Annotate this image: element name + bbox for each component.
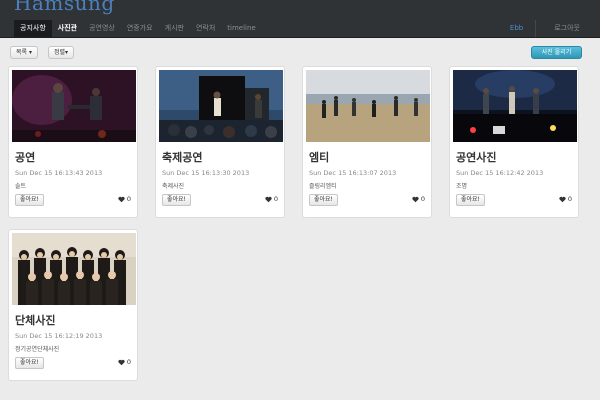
card-description: 축제사진	[162, 183, 185, 190]
card-description: 정기공연단체사진	[15, 346, 60, 353]
logout-link[interactable]: 로그아웃	[542, 20, 600, 37]
card-date: Sun Dec 15 16:13:07 2013	[309, 169, 397, 177]
card-title[interactable]: 축제공연	[162, 149, 202, 165]
heart-icon	[412, 196, 419, 202]
nav-item-contact[interactable]: 연락처	[190, 20, 221, 37]
photo-card: 엠티 Sun Dec 15 16:13:07 2013 즐링리엠티 좋아요! 0	[302, 66, 432, 218]
card-title[interactable]: 공연사진	[456, 149, 496, 165]
sort-dropdown-button[interactable]: 정렬▾	[48, 46, 75, 59]
photo-card: 공연사진 Sun Dec 15 16:12:42 2013 조명 좋아요! 0	[449, 66, 579, 218]
heart-icon	[118, 196, 125, 202]
photo-thumbnail[interactable]	[12, 233, 136, 305]
like-count: 0	[118, 358, 131, 366]
like-button[interactable]: 좋아요!	[162, 194, 191, 206]
top-navbar: Hamsung 공지사항 사진관 공연영상 연중가요 게시판 연락처 timel…	[0, 0, 600, 38]
photo-thumbnail[interactable]	[12, 70, 136, 142]
like-count-value: 0	[420, 195, 425, 203]
like-count: 0	[559, 195, 572, 203]
nav-item-videos[interactable]: 공연영상	[83, 20, 121, 37]
nav-item-notice[interactable]: 공지사항	[14, 20, 52, 37]
card-description: 솔트	[15, 183, 27, 190]
like-button[interactable]: 좋아요!	[15, 357, 44, 369]
like-count-value: 0	[273, 195, 278, 203]
like-count: 0	[412, 195, 425, 203]
list-dropdown-button[interactable]: 목록 ▾	[10, 46, 38, 59]
nav-divider	[535, 20, 537, 37]
like-count: 0	[118, 195, 131, 203]
photo-card: 단체사진 Sun Dec 15 16:12:19 2013 정기공연단체사진 좋…	[8, 229, 138, 381]
nav-item-songs[interactable]: 연중가요	[121, 20, 159, 37]
heart-icon	[265, 196, 272, 202]
photo-thumbnail[interactable]	[306, 70, 430, 142]
heart-icon	[118, 359, 125, 365]
nav-item-timeline[interactable]: timeline	[221, 20, 261, 37]
like-count: 0	[265, 195, 278, 203]
like-count-value: 0	[567, 195, 572, 203]
photo-card: 공연 Sun Dec 15 16:13:43 2013 솔트 좋아요! 0	[8, 66, 138, 218]
card-date: Sun Dec 15 16:13:30 2013	[162, 169, 250, 177]
photo-thumbnail[interactable]	[159, 70, 283, 142]
photo-card: 축제공연 Sun Dec 15 16:13:30 2013 축제사진 좋아요! …	[155, 66, 285, 218]
card-description: 즐링리엠티	[309, 183, 337, 190]
like-button[interactable]: 좋아요!	[15, 194, 44, 206]
heart-icon	[559, 196, 566, 202]
brand-logo[interactable]: Hamsung	[14, 0, 115, 15]
card-date: Sun Dec 15 16:13:43 2013	[15, 169, 103, 177]
like-button[interactable]: 좋아요!	[309, 194, 338, 206]
user-link[interactable]: Ebb	[504, 20, 529, 37]
user-nav: Ebb 로그아웃	[504, 20, 600, 37]
like-count-value: 0	[126, 358, 131, 366]
photo-thumbnail[interactable]	[453, 70, 577, 142]
card-title[interactable]: 엠티	[309, 149, 329, 165]
upload-photo-button[interactable]: 사진 올리기	[531, 46, 582, 59]
nav-item-board[interactable]: 게시판	[159, 20, 190, 37]
card-title[interactable]: 단체사진	[15, 312, 55, 328]
nav-item-photos[interactable]: 사진관	[52, 20, 83, 37]
card-title[interactable]: 공연	[15, 149, 35, 165]
card-date: Sun Dec 15 16:12:42 2013	[456, 169, 544, 177]
card-date: Sun Dec 15 16:12:19 2013	[15, 332, 103, 340]
main-nav: 공지사항 사진관 공연영상 연중가요 게시판 연락처 timeline	[14, 20, 262, 37]
card-description: 조명	[456, 183, 468, 190]
like-button[interactable]: 좋아요!	[456, 194, 485, 206]
like-count-value: 0	[126, 195, 131, 203]
